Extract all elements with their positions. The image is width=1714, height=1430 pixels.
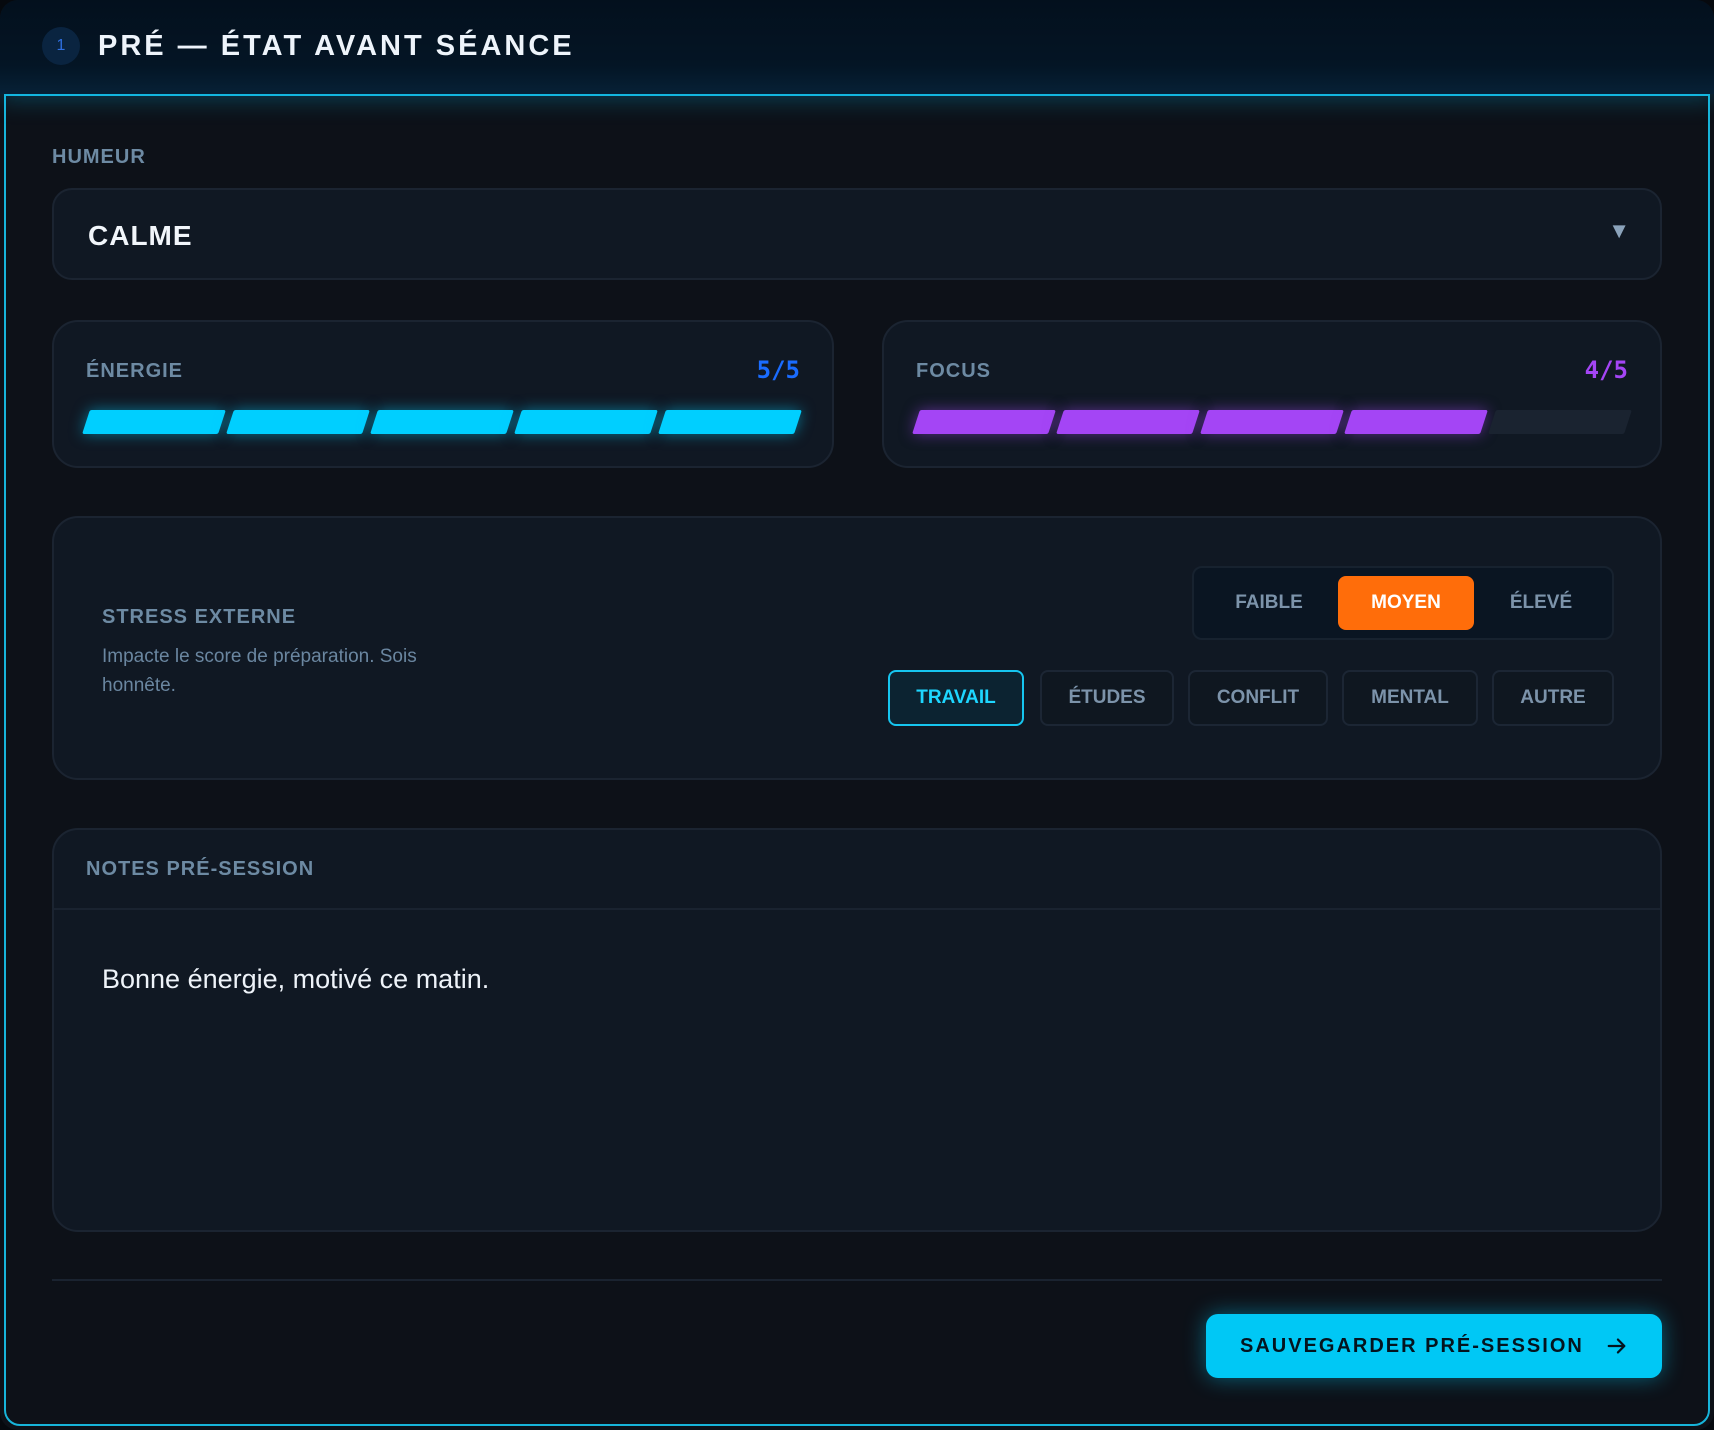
notes-textarea[interactable]: Bonne énergie, motivé ce matin. — [102, 964, 1582, 995]
energy-segment[interactable] — [514, 410, 658, 434]
energy-segment[interactable] — [370, 410, 514, 434]
stress-level-toggle: FAIBLE MOYEN ÉLEVÉ — [1192, 566, 1614, 640]
energy-segment[interactable] — [226, 410, 370, 434]
stress-source-etudes[interactable]: ÉTUDES — [1040, 670, 1174, 726]
notes-divider — [54, 908, 1660, 910]
panel-header: 1 PRÉ — ÉTAT AVANT SÉANCE — [0, 0, 1714, 94]
stress-level-faible[interactable]: FAIBLE — [1202, 576, 1336, 630]
focus-segment[interactable] — [1488, 410, 1632, 434]
footer-divider — [52, 1279, 1662, 1281]
mood-selected-value: CALME — [88, 220, 193, 251]
stress-card: STRESS EXTERNE Impacte le score de prépa… — [52, 516, 1662, 780]
focus-segment[interactable] — [1200, 410, 1344, 434]
stress-source-autre[interactable]: AUTRE — [1492, 670, 1614, 726]
stress-source-conflit[interactable]: CONFLIT — [1188, 670, 1328, 726]
energy-segment[interactable] — [658, 410, 802, 434]
focus-value: 4/5 — [1584, 356, 1628, 384]
energy-segment[interactable] — [82, 410, 226, 434]
energy-label: ÉNERGIE — [86, 360, 184, 382]
energy-meter[interactable] — [82, 410, 802, 436]
arrow-right-icon — [1607, 1338, 1626, 1354]
focus-segment[interactable] — [1056, 410, 1200, 434]
energy-value: 5/5 — [756, 356, 800, 384]
save-button-label: SAUVEGARDER PRÉ-SESSION — [1240, 1335, 1584, 1357]
notes-card: NOTES PRÉ-SESSION Bonne énergie, motivé … — [52, 828, 1662, 1232]
save-pre-session-button[interactable]: SAUVEGARDER PRÉ-SESSION — [1206, 1314, 1662, 1378]
pre-session-window: 1 PRÉ — ÉTAT AVANT SÉANCE HUMEUR CALME ▼… — [0, 0, 1714, 1430]
stress-title: STRESS EXTERNE — [102, 606, 297, 628]
notes-title: NOTES PRÉ-SESSION — [86, 858, 315, 880]
focus-label: FOCUS — [916, 360, 991, 382]
step-badge: 1 — [42, 27, 80, 65]
focus-card: FOCUS 4/5 — [882, 320, 1662, 468]
panel-title: PRÉ — ÉTAT AVANT SÉANCE — [98, 30, 575, 62]
stress-source-travail[interactable]: TRAVAIL — [888, 670, 1024, 726]
focus-segment[interactable] — [1344, 410, 1488, 434]
energy-card: ÉNERGIE 5/5 — [52, 320, 834, 468]
stress-level-moyen[interactable]: MOYEN — [1338, 576, 1474, 630]
stress-description: Impacte le score de préparation. Sois ho… — [102, 646, 417, 696]
mood-select[interactable]: CALME ▼ — [52, 188, 1662, 280]
mood-label: HUMEUR — [52, 146, 146, 168]
stress-level-eleve[interactable]: ÉLEVÉ — [1476, 576, 1606, 630]
focus-meter[interactable] — [912, 410, 1632, 436]
chevron-down-icon: ▼ — [1608, 218, 1630, 243]
focus-segment[interactable] — [912, 410, 1056, 434]
stress-source-mental[interactable]: MENTAL — [1342, 670, 1478, 726]
